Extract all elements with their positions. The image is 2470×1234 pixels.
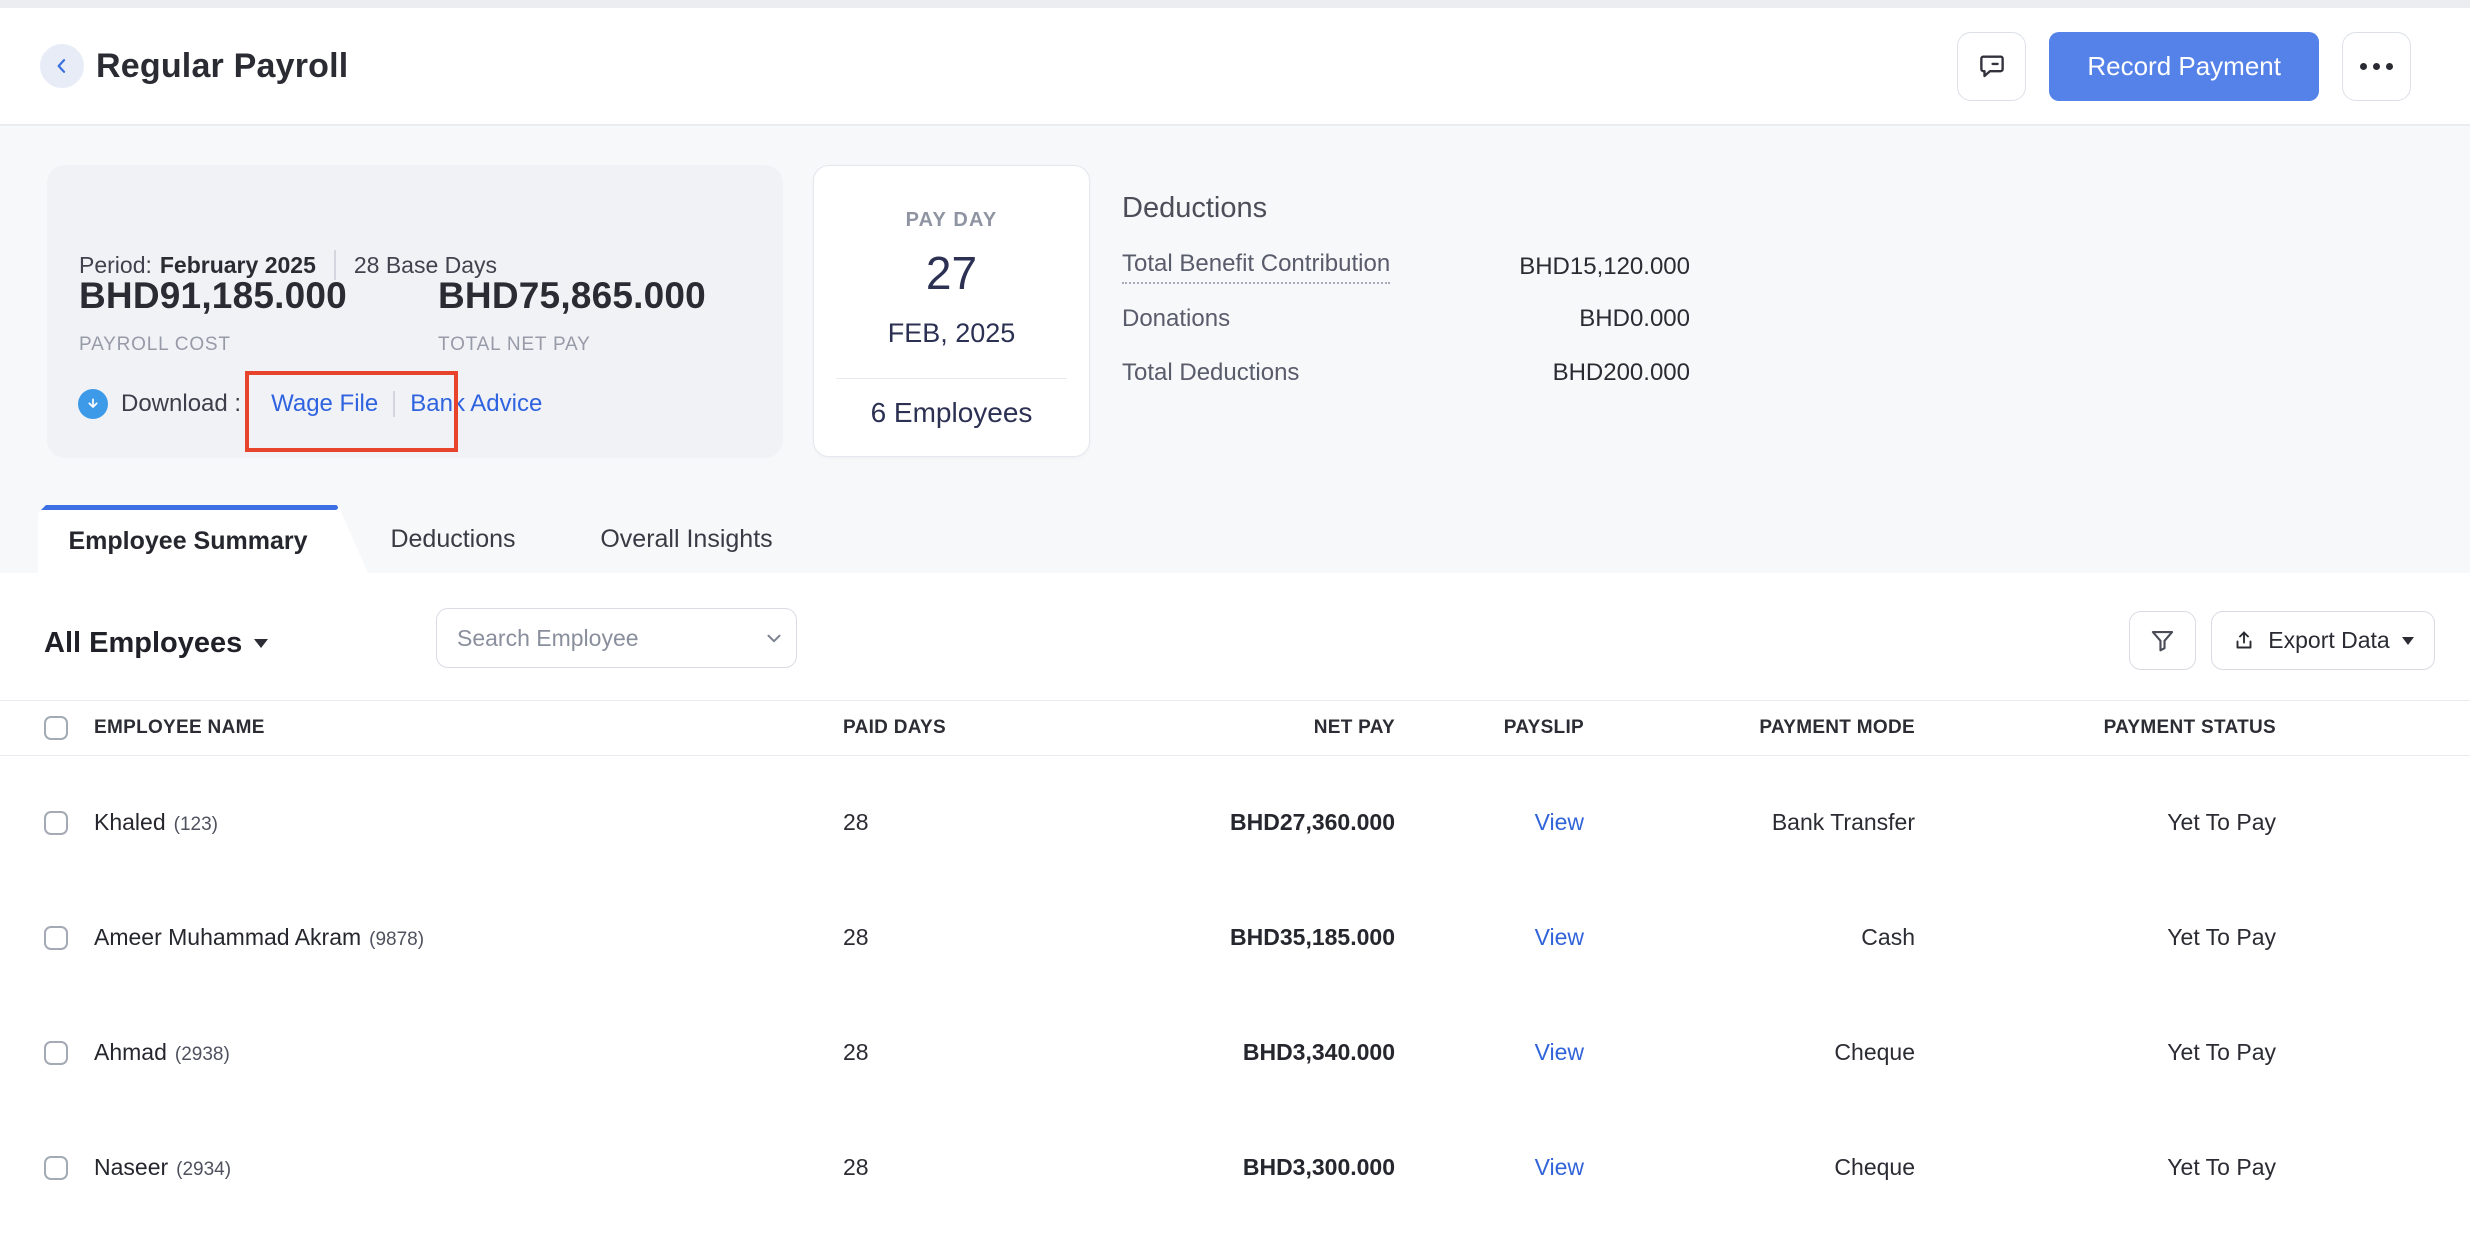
employee-summary-panel: All Employees Export Data EMPLOYEE NAME … xyxy=(0,573,2470,1234)
paid-days: 28 xyxy=(843,1039,993,1066)
employee-name: Naseer xyxy=(94,1154,168,1181)
employee-search-select[interactable] xyxy=(436,608,797,668)
search-input[interactable] xyxy=(457,625,753,652)
payroll-summary-card: Period: February 2025 28 Base Days BHD91… xyxy=(47,165,783,458)
divider xyxy=(393,391,395,417)
payment-mode: Cheque xyxy=(1584,1154,1915,1181)
table-row: Ameer Muhammad Akram (9878) 28 BHD35,185… xyxy=(0,880,2470,995)
net-pay: BHD35,185.000 xyxy=(993,924,1395,951)
deduction-row: Total Deductions BHD200.000 xyxy=(1122,358,1690,388)
employee-filter-dropdown[interactable]: All Employees xyxy=(44,625,268,661)
payment-status: Yet To Pay xyxy=(1915,924,2276,951)
row-checkbox[interactable] xyxy=(44,1156,68,1180)
wage-file-link[interactable]: Wage File xyxy=(271,390,378,418)
payment-status: Yet To Pay xyxy=(1915,1039,2276,1066)
deduction-row: Donations BHD0.000 xyxy=(1122,304,1690,334)
net-pay: BHD3,300.000 xyxy=(993,1154,1395,1181)
payment-mode: Cheque xyxy=(1584,1039,1915,1066)
download-line: Download : Wage File Bank Advice xyxy=(78,387,542,421)
filter-button[interactable] xyxy=(2129,611,2196,670)
payment-mode: Cash xyxy=(1584,924,1915,951)
row-checkbox[interactable] xyxy=(44,811,68,835)
net-pay: BHD27,360.000 xyxy=(993,809,1395,836)
col-payment-mode: PAYMENT MODE xyxy=(1584,717,1915,739)
caret-down-icon xyxy=(254,639,268,648)
funnel-icon xyxy=(2149,627,2176,654)
employee-id: (2934) xyxy=(176,1159,231,1181)
deduction-label: Total Deductions xyxy=(1122,358,1299,388)
comment-button[interactable] xyxy=(1957,32,2026,101)
deduction-row: Total Benefit Contribution BHD15,120.000 xyxy=(1122,249,1690,284)
deduction-label[interactable]: Total Benefit Contribution xyxy=(1122,249,1390,284)
caret-down-icon xyxy=(2402,637,2414,645)
tab-overall-insights[interactable]: Overall Insights xyxy=(595,505,778,573)
bank-advice-link[interactable]: Bank Advice xyxy=(410,390,542,418)
payslip-view-link[interactable]: View xyxy=(1395,809,1584,836)
paid-days: 28 xyxy=(843,1154,993,1181)
row-checkbox[interactable] xyxy=(44,926,68,950)
table-row: Khaled (123) 28 BHD27,360.000 View Bank … xyxy=(0,765,2470,880)
payroll-cost-value: BHD91,185.000 xyxy=(79,273,347,319)
payday-card: PAY DAY 27 FEB, 2025 6 Employees xyxy=(813,165,1090,457)
download-label: Download : xyxy=(121,390,241,418)
row-checkbox[interactable] xyxy=(44,1041,68,1065)
paid-days: 28 xyxy=(843,809,993,836)
upload-icon xyxy=(2232,629,2256,653)
table-row: Naseer (2934) 28 BHD3,300.000 View Chequ… xyxy=(0,1110,2470,1225)
payslip-view-link[interactable]: View xyxy=(1395,1039,1584,1066)
employee-id: (9878) xyxy=(369,929,424,951)
table-header: EMPLOYEE NAME PAID DAYS NET PAY PAYSLIP … xyxy=(0,700,2470,756)
employee-name: Ameer Muhammad Akram xyxy=(94,924,361,951)
header-actions: Record Payment xyxy=(1957,32,2411,101)
employee-name: Ahmad xyxy=(94,1039,167,1066)
page-title: Regular Payroll xyxy=(96,47,348,86)
payday-day: 27 xyxy=(814,246,1089,300)
employee-id: (2938) xyxy=(175,1044,230,1066)
payday-employee-count: 6 Employees xyxy=(814,396,1089,430)
deduction-value: BHD15,120.000 xyxy=(1519,252,1690,282)
paid-days: 28 xyxy=(843,924,993,951)
select-all-checkbox[interactable] xyxy=(44,716,68,740)
deduction-value: BHD0.000 xyxy=(1579,304,1690,334)
payslip-view-link[interactable]: View xyxy=(1395,924,1584,951)
payslip-view-link[interactable]: View xyxy=(1395,1154,1584,1181)
chevron-left-icon xyxy=(52,56,72,76)
col-net-pay: NET PAY xyxy=(993,717,1395,739)
payroll-overview-section: Period: February 2025 28 Base Days BHD91… xyxy=(0,126,2470,573)
export-data-button[interactable]: Export Data xyxy=(2211,611,2435,670)
deduction-value: BHD200.000 xyxy=(1553,358,1690,388)
tab-bar: Employee Summary Deductions Overall Insi… xyxy=(0,505,2470,573)
deduction-label: Donations xyxy=(1122,304,1230,334)
payday-label: PAY DAY xyxy=(814,207,1089,233)
employee-name: Khaled xyxy=(94,809,166,836)
col-paid-days: PAID DAYS xyxy=(843,717,993,739)
tab-deductions[interactable]: Deductions xyxy=(386,505,520,573)
comment-icon xyxy=(1977,51,2007,81)
col-employee-name: EMPLOYEE NAME xyxy=(94,717,843,739)
total-net-pay-label: TOTAL NET PAY xyxy=(438,333,591,357)
col-payment-status: PAYMENT STATUS xyxy=(1915,717,2276,739)
record-payment-button[interactable]: Record Payment xyxy=(2049,32,2319,101)
employee-id: (123) xyxy=(174,814,218,836)
net-pay: BHD3,340.000 xyxy=(993,1039,1395,1066)
table-body: Khaled (123) 28 BHD27,360.000 View Bank … xyxy=(0,765,2470,1225)
tab-employee-summary[interactable]: Employee Summary xyxy=(38,505,368,573)
payment-status: Yet To Pay xyxy=(1915,1154,2276,1181)
back-button[interactable] xyxy=(40,44,84,88)
table-row: Ahmad (2938) 28 BHD3,340.000 View Cheque… xyxy=(0,995,2470,1110)
chevron-down-icon xyxy=(763,627,785,649)
download-links: Wage File Bank Advice xyxy=(271,390,542,418)
deductions-panel-title: Deductions xyxy=(1122,191,1267,225)
total-net-pay-value: BHD75,865.000 xyxy=(438,273,706,319)
payday-month-year: FEB, 2025 xyxy=(814,318,1089,348)
app-header: Regular Payroll Record Payment xyxy=(0,8,2470,125)
col-payslip: PAYSLIP xyxy=(1395,717,1584,739)
payroll-cost-label: PAYROLL COST xyxy=(79,333,231,357)
payment-mode: Bank Transfer xyxy=(1584,809,1915,836)
divider xyxy=(836,378,1067,379)
more-button[interactable] xyxy=(2342,32,2411,101)
ellipsis-icon xyxy=(2360,63,2393,70)
download-circle-icon xyxy=(78,389,108,419)
payment-status: Yet To Pay xyxy=(1915,809,2276,836)
